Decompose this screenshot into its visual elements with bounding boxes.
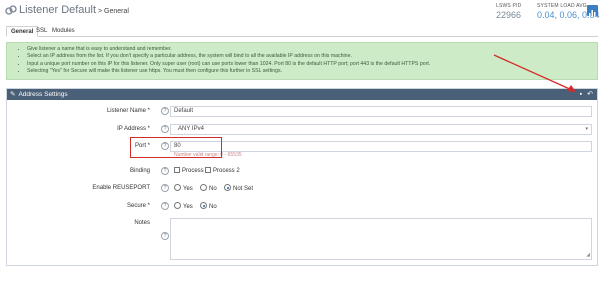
radio-icon xyxy=(174,202,181,209)
help-icon[interactable]: ? xyxy=(161,107,169,115)
tab-bar: General SSL Modules xyxy=(6,26,598,37)
info-item: Input a unique port number on this IP fo… xyxy=(27,61,597,68)
info-item: Selecting "Yes" for Secure will make thi… xyxy=(27,68,597,75)
tab-modules[interactable]: Modules xyxy=(48,26,79,37)
checkbox-icon xyxy=(205,167,211,173)
help-icon[interactable]: ? xyxy=(161,125,169,133)
listener-name-input[interactable]: Default xyxy=(170,106,592,117)
reuseport-yes[interactable]: Yes xyxy=(174,184,193,192)
annotation-highlight-box xyxy=(130,137,222,158)
page-header: Listener Default > General LSWS PID 2296… xyxy=(0,0,602,24)
info-box: Give listener a name that is easy to und… xyxy=(6,42,598,80)
panel-header: ✎ Address Settings ▪ ↶ xyxy=(7,89,597,100)
panel-title: Address Settings xyxy=(18,91,68,98)
reuseport-yes-label: Yes xyxy=(183,186,193,192)
help-icon[interactable]: ? xyxy=(161,167,169,175)
radio-icon xyxy=(174,184,181,191)
port-input[interactable]: 80 xyxy=(170,141,592,152)
save-icon[interactable]: ▪ xyxy=(580,91,582,98)
reuseport-no[interactable]: No xyxy=(200,184,217,192)
resize-handle-icon[interactable]: ◢ xyxy=(586,252,590,258)
radio-selected-icon xyxy=(224,184,231,191)
checkbox-icon xyxy=(174,167,180,173)
binding-process-1[interactable]: Process 1 xyxy=(174,167,209,174)
breadcrumb: > General xyxy=(96,8,129,15)
help-icon[interactable]: ? xyxy=(161,184,169,192)
chevron-down-icon: ▾ xyxy=(585,126,588,132)
ip-address-value: ANY IPv4 xyxy=(178,126,204,132)
secure-no[interactable]: No xyxy=(200,202,217,210)
panel-tools: ▪ ↶ xyxy=(575,89,593,100)
radio-icon xyxy=(200,184,207,191)
lsws-pid-label: LSWS PID xyxy=(496,3,522,9)
radio-selected-icon xyxy=(200,202,207,209)
notes-label: Notes xyxy=(134,220,150,226)
ip-address-select[interactable]: ANY IPv4 ▾ xyxy=(170,124,592,135)
page-title: Listener Default > General xyxy=(19,4,129,16)
secure-yes[interactable]: Yes xyxy=(174,202,193,210)
lsws-pid-value: 22966 xyxy=(496,10,522,20)
reuseport-notset-label: Not Set xyxy=(233,186,254,192)
info-item: Select an IP address from the list. If y… xyxy=(27,53,597,60)
binding-label: Binding xyxy=(129,168,150,174)
listener-name-label: Listener Name * xyxy=(106,108,150,114)
binding-process-2[interactable]: Process 2 xyxy=(205,167,240,174)
lsws-pid-stat: LSWS PID 22966 xyxy=(496,3,522,20)
binding-opt2-label: Process 2 xyxy=(213,168,240,174)
secure-label: Secure * xyxy=(126,203,150,209)
load-chart-icon[interactable] xyxy=(587,5,598,16)
edit-icon: ✎ xyxy=(10,91,16,98)
page-title-text: Listener Default xyxy=(19,4,97,16)
reuseport-no-label: No xyxy=(209,186,217,192)
ip-address-label: IP Address * xyxy=(117,126,150,132)
reuseport-label: Enable REUSEPORT xyxy=(92,185,150,191)
help-icon[interactable]: ? xyxy=(161,232,169,240)
reuseport-not-set[interactable]: Not Set xyxy=(224,184,253,192)
notes-textarea[interactable]: ◢ xyxy=(170,218,592,260)
undo-icon[interactable]: ↶ xyxy=(587,91,593,98)
info-item: Give listener a name that is easy to und… xyxy=(27,46,597,53)
link-icon xyxy=(5,5,17,15)
secure-yes-label: Yes xyxy=(183,204,193,210)
secure-no-label: No xyxy=(209,204,217,210)
help-icon[interactable]: ? xyxy=(161,202,169,210)
